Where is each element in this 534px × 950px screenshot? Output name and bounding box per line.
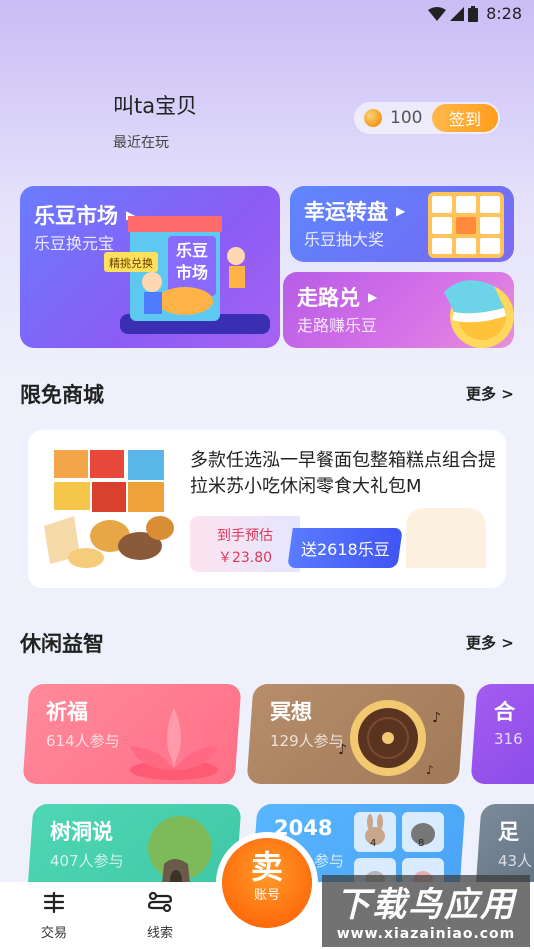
game-title: 冥想 [270,700,312,724]
game-players: 614人参与 [46,732,120,750]
vinyl-record-icon: ♪ ♪ ♪ [338,700,441,777]
prize-grid-icon [428,192,504,258]
coin-balance-pill: 100 签到 [354,102,500,134]
bean-market-card[interactable]: 乐豆市场 ▶ 乐豆换元宝 精挑兑换 乐豆市场 [20,186,280,348]
bonus-beans-text: 送2618乐豆 [300,540,390,559]
play-arrow-icon: ▶ [396,204,406,218]
game-title: 2048 [274,816,333,840]
site-watermark: 下载鸟应用 www.xiazainiao.com [322,875,530,947]
watermark-url: www.xiazainiao.com [336,926,516,942]
coin-count: 100 [390,108,423,128]
watermark-main: 下载鸟应用 [336,885,516,925]
trade-icon [43,891,65,914]
status-bar: 8:28 [0,0,534,30]
svg-text:♪: ♪ [432,710,441,726]
casual-games-more-link[interactable]: 更多 > [466,632,514,653]
game-title: 足 [498,820,519,844]
game-card-merge[interactable]: 合 316 [470,684,534,784]
nav-clues-label: 线索 [146,926,173,941]
tile-number: 4 [370,838,377,849]
signal-icon [450,6,465,21]
free-mall-title: 限免商城 [20,383,104,407]
casual-games-title: 休闲益智 [20,632,104,656]
profile-header: 叫ta宝贝 最近在玩 [113,90,197,152]
product-title[interactable]: 多款任选泓一早餐面包整箱糕点组合提拉米苏小吃休闲零食大礼包M [190,448,496,500]
free-mall-more-link[interactable]: 更多 > [466,383,514,404]
walk-exchange-title-text: 走路兑 [297,286,360,310]
game-title: 合 [494,700,515,724]
sell-main-label: 卖 [250,848,283,886]
status-icons: 8:28 [428,4,522,23]
game-players: 参与 [314,852,345,870]
nav-trade[interactable]: 交易 [24,890,84,941]
game-players: 129人参与 [270,732,344,750]
bonus-beans-badge[interactable]: 送2618乐豆 [287,528,403,568]
market-sign-label: 乐豆市场 [175,241,208,282]
status-time: 8:28 [486,4,522,23]
sneaker-coin-icon [444,280,514,348]
game-card-meditation[interactable]: 冥想 129人参与 ♪ ♪ ♪ [246,684,466,784]
lucky-wheel-title: 幸运转盘 ▶ [304,196,405,226]
checkin-button[interactable]: 签到 [432,104,498,132]
svg-text:♪: ♪ [426,763,434,777]
username[interactable]: 叫ta宝贝 [113,90,197,120]
game-card-blessing[interactable]: 祈福 614人参与 [22,684,242,784]
play-arrow-icon: ▶ [368,290,378,304]
game-players: 316 [494,730,523,748]
wifi-icon [428,6,447,21]
promo-product-card[interactable]: 多款任选泓一早餐面包整箱糕点组合提拉米苏小吃休闲零食大礼包M 到手预估 ￥23.… [28,430,506,588]
walk-exchange-subtitle: 走路赚乐豆 [297,316,378,335]
market-tag-label: 精挑兑换 [109,257,153,270]
lucky-wheel-title-text: 幸运转盘 [304,200,388,224]
lucky-wheel-subtitle: 乐豆抽大奖 [304,230,385,249]
estimated-price-label: 到手预估 [217,528,273,544]
lotus-icon [130,708,218,780]
coin-icon [364,109,382,127]
estimated-price-box: 到手预估 ￥23.80 [190,516,300,572]
battery-icon [468,5,479,22]
estimated-price-value: ￥23.80 [217,550,273,566]
nav-clues[interactable]: 线索 [130,890,190,941]
sell-sub-label: 账号 [253,888,280,903]
recently-played-label: 最近在玩 [113,135,169,151]
game-title: 祈福 [46,700,88,724]
product-image[interactable] [40,446,176,571]
tile-number: 8 [418,838,425,849]
walk-exchange-title: 走路兑 ▶ [297,282,377,312]
game-players: 43人 [498,852,533,870]
nav-trade-label: 交易 [40,926,67,941]
svg-text:♪: ♪ [338,742,347,758]
lucky-wheel-card[interactable]: 幸运转盘 ▶ 乐豆抽大奖 [290,186,514,262]
game-players: 407人参与 [50,852,124,870]
game-title: 树洞说 [50,820,113,844]
clues-icon [147,891,173,913]
sell-account-button[interactable]: 卖 账号 [222,838,312,928]
walk-exchange-card[interactable]: 走路兑 ▶ 走路赚乐豆 [283,272,514,348]
